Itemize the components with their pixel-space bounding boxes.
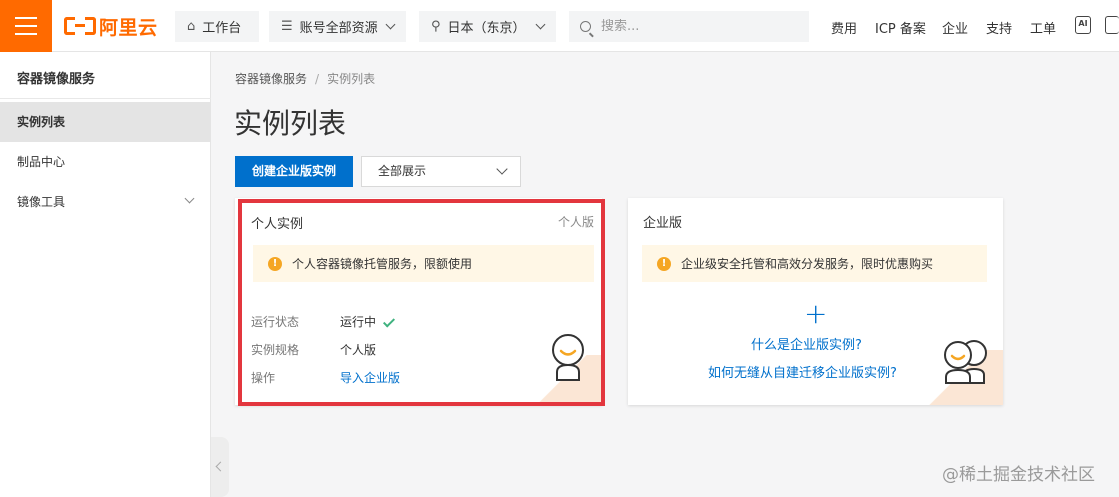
region-dropdown[interactable]: ⚲ 日本（东京） [419,11,556,42]
sidebar-divider [0,98,211,99]
notice-banner: ! 个人容器镜像托管服务，限额使用 [253,245,594,282]
sidebar-item-image-tools[interactable]: 镜像工具 [0,182,211,222]
warning-icon: ! [657,256,671,271]
watermark-text: @稀土掘金技术社区 [942,465,1095,485]
home-icon: ⌂ [187,19,196,34]
card-title: 企业版 [643,216,683,231]
single-user-icon [552,334,584,381]
resources-dropdown[interactable]: ☰ 账号全部资源 [269,11,406,42]
info-label: 操作 [251,371,276,385]
sidebar-collapse-button[interactable] [211,437,229,497]
menu-icon[interactable] [0,0,52,52]
status-value: 运行中 [340,313,396,330]
sidebar-item-artifacts[interactable]: 制品中心 [0,142,211,182]
display-filter-value: 全部展示 [378,164,427,178]
resource-list-icon: ☰ [281,19,293,34]
breadcrumb-parent[interactable]: 容器镜像服务 [235,72,307,86]
warning-icon: ! [268,256,282,271]
chevron-down-icon [535,19,546,30]
notice-text: 个人容器镜像托管服务，限额使用 [292,257,473,271]
breadcrumb-current: 实例列表 [327,72,376,86]
resources-label: 账号全部资源 [299,21,378,36]
chevron-down-icon [184,193,195,204]
chevron-down-icon [496,163,508,175]
multi-user-icon [944,340,987,384]
migrate-enterprise-link[interactable]: 如何无缝从自建迁移企业版实例? [708,362,897,381]
chevron-down-icon [385,19,396,30]
notice-banner: ! 企业级安全托管和高效分发服务，限时优惠购买 [642,245,987,282]
sidebar: 容器镜像服务 实例列表 制品中心 镜像工具 [0,52,211,497]
search-icon [580,21,591,32]
nav-link-enterprise[interactable]: 企业 [942,18,968,37]
personal-instance-card[interactable]: 个人实例 个人版 ! 个人容器镜像托管服务，限额使用 运行状态 运行中 实例规格… [235,198,602,405]
edition-tag: 个人版 [557,215,594,229]
sidebar-item-label: 实例列表 [17,115,66,129]
chevron-left-icon [215,461,226,472]
breadcrumb: 容器镜像服务 / 实例列表 [235,70,375,87]
workbench-label: 工作台 [202,21,242,36]
location-icon: ⚲ [431,19,441,34]
nav-link-support[interactable]: 支持 [986,18,1012,37]
search-input[interactable] [601,19,791,34]
region-label: 日本（东京） [447,21,526,36]
sidebar-item-instances[interactable]: 实例列表 [0,102,211,142]
aliyun-logo[interactable]: 阿里云 [64,14,158,39]
sidebar-title: 容器镜像服务 [17,72,96,87]
card-title: 个人实例 [251,217,304,232]
what-is-enterprise-link[interactable]: 什么是企业版实例? [751,334,862,353]
aliyun-logo-icon [64,16,96,36]
notice-text: 企业级安全托管和高效分发服务，限时优惠购买 [681,257,934,271]
logo-text: 阿里云 [99,16,158,39]
import-enterprise-link[interactable]: 导入企业版 [340,369,400,386]
spec-value: 个人版 [340,343,377,357]
breadcrumb-separator: / [315,72,320,86]
plus-icon[interactable]: + [804,300,827,328]
search-box[interactable] [569,11,809,42]
nav-link-ticket[interactable]: 工单 [1030,18,1056,37]
info-label: 运行状态 [251,315,300,329]
ai-assistant-icon[interactable]: AI [1075,16,1091,34]
display-filter-select[interactable]: 全部展示 [361,156,521,187]
info-label: 实例规格 [251,343,300,357]
sidebar-item-label: 镜像工具 [17,195,66,209]
nav-link-icp[interactable]: ICP 备案 [875,18,926,37]
check-icon [383,315,396,328]
workbench-button[interactable]: ⌂ 工作台 [175,11,259,42]
sidebar-item-label: 制品中心 [17,155,66,169]
top-navbar: 阿里云 ⌂ 工作台 ☰ 账号全部资源 ⚲ 日本（东京） 费用 ICP 备案 企业… [0,0,1119,52]
message-icon[interactable] [1105,16,1119,34]
create-enterprise-instance-button[interactable]: 创建企业版实例 [235,156,353,187]
enterprise-instance-card[interactable]: 企业版 ! 企业级安全托管和高效分发服务，限时优惠购买 + 什么是企业版实例? … [628,198,1003,405]
page-title: 实例列表 [234,107,347,140]
nav-link-fees[interactable]: 费用 [831,18,857,37]
